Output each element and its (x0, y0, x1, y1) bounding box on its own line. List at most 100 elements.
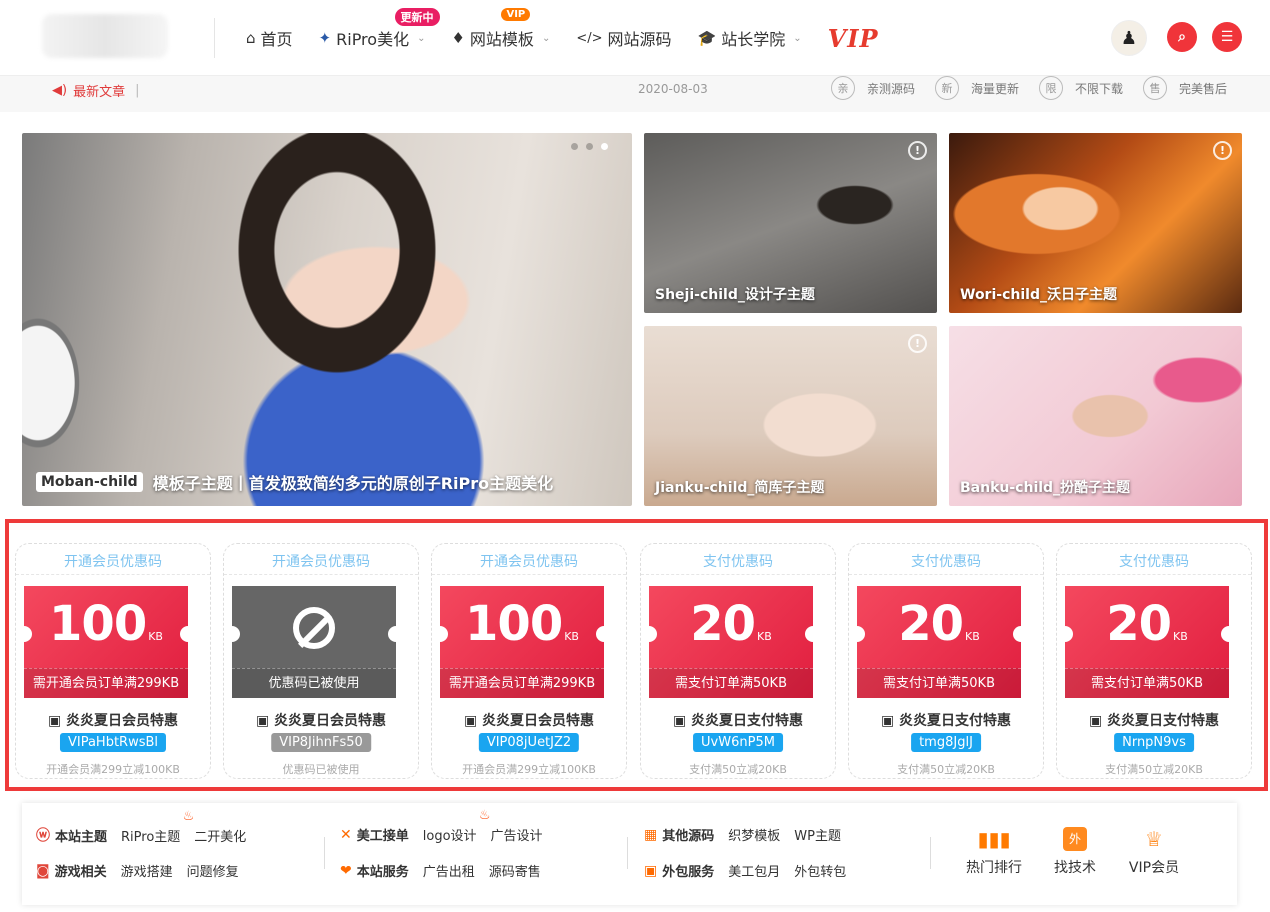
thumb-card[interactable]: ! Sheji-child_设计子主题 (644, 133, 937, 313)
group-label-text: 本站主题 (55, 829, 108, 845)
nav-link[interactable]: 广告设计 (491, 825, 543, 844)
nav-item-home[interactable]: ⌂ 首页 (246, 26, 293, 50)
latest-articles[interactable]: ◀) 最新文章 | (52, 81, 139, 100)
coupon-amount-row: 100 KB (440, 596, 604, 652)
coupon-title: 开通会员优惠码 (480, 554, 578, 570)
avatar[interactable]: ♟ (1111, 20, 1147, 56)
thumb-card[interactable]: ! Wori-child_沃日子主题 (949, 133, 1242, 313)
main-slider[interactable]: Moban-child 模板子主题丨首发极致简约多元的原创子RiPro主题美化 (22, 133, 632, 506)
coupon-name: 炎炎夏日支付特惠 (1107, 713, 1220, 729)
latest-label: 最新文章 (73, 85, 126, 100)
coupon-amount-row: 100 KB (24, 596, 188, 652)
ticket-icon: ▣ (47, 713, 67, 729)
group-label: ⓦ 本站主题 (36, 825, 107, 845)
tools-icon: ✕ (340, 826, 352, 843)
nav-link[interactable]: RiPro主题 ♨ (121, 809, 194, 845)
feature-text: 海量更新 (971, 81, 1020, 96)
group-label-text: 外包服务 (662, 865, 715, 880)
search-button[interactable]: ⌕ (1167, 22, 1197, 52)
star-icon: ✦ (318, 29, 332, 47)
thumb-title: Wori-child_沃日子主题 (960, 287, 1117, 303)
coupon-code[interactable]: VIP8JihnFs50 (271, 733, 371, 752)
nav-link[interactable]: 广告出租 (423, 861, 475, 880)
coupon-name: 炎炎夏日会员特惠 (66, 713, 179, 729)
coupon-title: 支付优惠码 (911, 554, 981, 570)
coupon-divider (16, 574, 210, 575)
slide-photo (222, 133, 452, 393)
speaker-icon: ◀) (52, 83, 68, 98)
coupon-code[interactable]: VIP08jUetJZ2 (478, 733, 580, 752)
coupon-name-row: ▣ 炎炎夏日支付特惠 (1057, 710, 1251, 730)
coupon-notch (224, 626, 240, 642)
coupon-condition: 需开通会员订单满299KB (24, 668, 188, 698)
nav-link[interactable]: WP主题 (794, 825, 841, 844)
coupon-title: 支付优惠码 (703, 554, 773, 570)
bar-chart-icon: ▮▮▮ (977, 827, 1011, 851)
coupon-notch (16, 626, 32, 642)
coupon-footer: 开通会员满299立减100KB (462, 763, 596, 776)
nav-item-academy[interactable]: 🎓 站长学院 ⌄ (698, 26, 802, 50)
coupon-card[interactable]: 支付优惠码 20 KB 需支付订单满50KB ▣ 炎炎夏日支付特惠 UvW6nP5… (640, 543, 836, 779)
coupon-card[interactable]: 支付优惠码 20 KB 需支付订单满50KB ▣ 炎炎夏日支付特惠 NrnpN9v… (1056, 543, 1252, 779)
slider-dot-active[interactable] (601, 143, 608, 150)
coupon-notch (805, 626, 821, 642)
coupon-condition: 需支付订单满50KB (649, 668, 813, 698)
coupon-amount-row: 20 KB (649, 596, 813, 652)
quick-link-ranking[interactable]: ▮▮▮ 热门排行 (962, 827, 1026, 877)
coupon-card[interactable]: 开通会员优惠码 100 KB 需开通会员订单满299KB ▣ 炎炎夏日会员特惠 V… (431, 543, 627, 779)
coupon-unit: KB (564, 630, 579, 643)
group-label: ◙ 游戏相关 (36, 861, 107, 881)
slide-title[interactable]: 模板子主题丨首发极致简约多元的原创子RiPro主题美化 (153, 470, 553, 494)
slider-dot[interactable] (586, 143, 593, 150)
nav-link[interactable]: 源码寄售 (489, 861, 541, 880)
quick-link-tech[interactable]: 外 找技术 (1047, 827, 1103, 877)
thumb-card[interactable]: Banku-child_扮酷子主题 (949, 326, 1242, 506)
nav-group-themes: ⓦ 本站主题 RiPro主题 ♨ 二开美化 (36, 809, 260, 845)
chevron-down-icon: ⌄ (417, 32, 426, 44)
quick-link-vip[interactable]: ♕ VIP会员 (1122, 827, 1186, 877)
nav-link[interactable]: 织梦模板 (728, 825, 780, 844)
vip-logo-link[interactable]: VIP (828, 24, 879, 53)
flame-icon: ♦ (451, 29, 465, 47)
menu-button[interactable]: ☰ (1212, 22, 1242, 52)
coupon-footer: 优惠码已被使用 (282, 763, 360, 776)
coupon-code[interactable]: VIPaHbtRwsBl (59, 733, 167, 752)
coupon-code[interactable]: tmg8JglJ (911, 733, 981, 752)
coupon-notch (641, 626, 657, 642)
nav-link[interactable]: logo设计 ♨ (423, 808, 491, 844)
feature-badge: 售 (1143, 76, 1167, 100)
coupon-condition: 需支付订单满50KB (1065, 668, 1229, 698)
nav-link[interactable]: 外包转包 (794, 861, 846, 880)
coupon-code[interactable]: UvW6nP5M (693, 733, 783, 752)
coupon-code[interactable]: NrnpN9vs (1114, 733, 1194, 752)
nav-item-ripro[interactable]: ✦ RiPro美化 更新中 ⌄ (318, 8, 440, 50)
coupon-card[interactable]: 开通会员优惠码 优惠码已被使用 ▣ 炎炎夏日会员特惠 VIP8JihnFs50 … (223, 543, 419, 779)
coupon-card[interactable]: 开通会员优惠码 100 KB 需开通会员订单满299KB ▣ 炎炎夏日会员特惠 V… (15, 543, 211, 779)
coupon-divider (224, 574, 418, 575)
coupon-name-row: ▣ 炎炎夏日会员特惠 (224, 710, 418, 730)
wordpress-icon: ⓦ (36, 828, 50, 844)
coupon-unit: KB (757, 630, 772, 643)
slider-dot[interactable] (571, 143, 578, 150)
coupon-card[interactable]: 支付优惠码 20 KB 需支付订单满50KB ▣ 炎炎夏日支付特惠 tmg8Jgl… (848, 543, 1044, 779)
nav-link[interactable]: 美工包月 (728, 861, 780, 880)
coupon-section: 开通会员优惠码 100 KB 需开通会员订单满299KB ▣ 炎炎夏日会员特惠 V… (5, 519, 1268, 791)
nav-label: 网站源码 (607, 30, 672, 49)
coupon-divider (432, 574, 626, 575)
coupon-notch (849, 626, 865, 642)
coupon-title: 开通会员优惠码 (272, 554, 370, 570)
notice-bar: ◀) 最新文章 | 2020-08-03 亲 亲测源码 新 海量更新 限 不限下… (0, 76, 1270, 112)
main-nav: ⌂ 首页 ✦ RiPro美化 更新中 ⌄ ♦ 网站模板 VIP ⌄ </> 网站… (246, 0, 905, 76)
ticket-icon: ▣ (672, 713, 692, 729)
thumb-card[interactable]: ! Jianku-child_简库子主题 (644, 326, 937, 506)
coupon-notch (432, 626, 448, 642)
coupon-notch (596, 626, 612, 642)
nav-link[interactable]: 二开美化 (194, 826, 246, 845)
site-logo[interactable] (42, 14, 168, 58)
nav-item-templates[interactable]: ♦ 网站模板 VIP ⌄ (451, 8, 550, 50)
coupon-footer: 支付满50立减20KB (689, 763, 787, 776)
grid-icon: ▦ (644, 826, 658, 843)
nav-item-source[interactable]: </> 网站源码 (576, 26, 671, 50)
nav-link[interactable]: 问题修复 (187, 861, 239, 880)
nav-link[interactable]: 游戏搭建 (121, 861, 173, 880)
